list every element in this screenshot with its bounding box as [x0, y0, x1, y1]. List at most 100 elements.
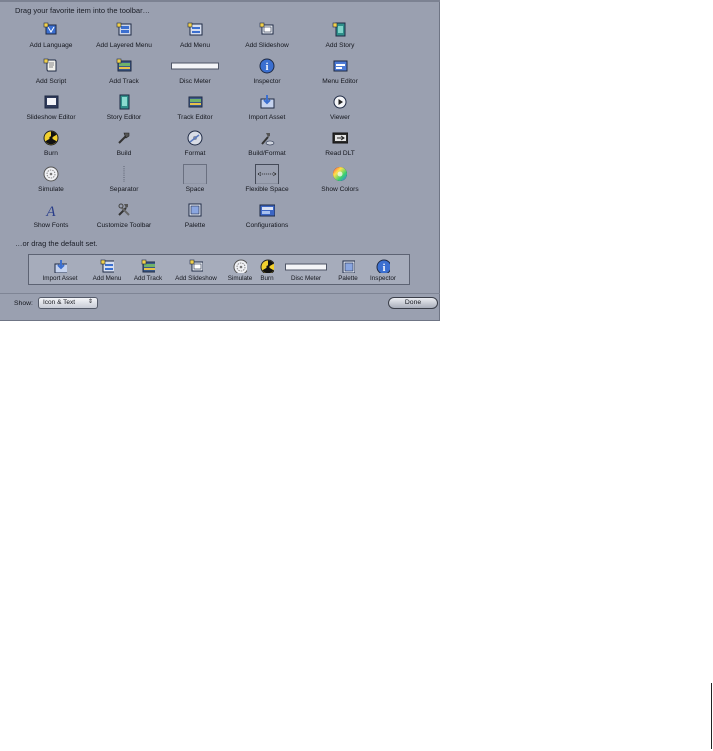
default-item-simulate[interactable]: Simulate	[225, 258, 255, 284]
default-item-add-menu[interactable]: Add Menu	[89, 258, 125, 284]
toolbar-item-label: Add Language	[29, 42, 73, 49]
toolbar-item-disc-meter[interactable]: Disc Meter	[159, 56, 231, 90]
toolbar-item-add-menu[interactable]: Add Menu	[159, 20, 231, 54]
default-item-add-slideshow[interactable]: Add Slideshow	[171, 258, 221, 284]
toolbar-item-menu-editor[interactable]: Menu Editor	[304, 56, 376, 90]
toolbar-item-import-asset[interactable]: Import Asset	[231, 92, 303, 126]
toolbar-item-inspector[interactable]: i Inspector	[231, 56, 303, 90]
import-asset-icon	[37, 259, 83, 273]
toolbar-item-space[interactable]: Space	[159, 163, 231, 198]
inspector-icon: i	[365, 259, 401, 273]
slideshow-editor-icon	[15, 94, 87, 110]
toolbar-item-label: Flexible Space	[245, 186, 289, 193]
menu-editor-icon	[304, 58, 376, 74]
inspector-icon: i	[231, 58, 303, 74]
toolbar-item-show-fonts[interactable]: A Show Fonts	[15, 200, 87, 234]
palette-icon	[335, 259, 361, 273]
chevron-updown-icon: ⇕	[87, 299, 93, 305]
svg-text:A: A	[45, 204, 56, 218]
default-item-label: Import Asset	[42, 275, 78, 282]
add-layered-menu-icon	[88, 22, 160, 38]
toolbar-item-viewer[interactable]: Viewer	[304, 92, 376, 126]
toolbar-item-story-editor[interactable]: Story Editor	[88, 92, 160, 126]
default-item-label: Add Slideshow	[175, 275, 217, 282]
toolbar-item-burn[interactable]: Burn	[15, 128, 87, 162]
default-toolbar-set[interactable]: Import Asset Add Menu Add Track Add Slidesh…	[28, 254, 410, 285]
toolbar-item-label: Build/Format	[248, 150, 286, 157]
default-item-label: Inspector	[370, 275, 396, 282]
default-item-label: Add Track	[133, 275, 163, 282]
default-item-import-asset[interactable]: Import Asset	[37, 258, 83, 284]
toolbar-item-separator[interactable]: Separator	[88, 164, 160, 198]
toolbar-item-show-colors[interactable]: Show Colors	[304, 164, 376, 198]
viewer-icon	[304, 94, 376, 110]
toolbar-item-flexible-space[interactable]: Flexible Space	[231, 163, 303, 198]
default-item-palette[interactable]: Palette	[335, 258, 361, 284]
toolbar-item-read-dlt[interactable]: Read DLT	[304, 128, 376, 162]
disc-meter-icon	[159, 58, 231, 74]
toolbar-item-label: Slideshow Editor	[26, 114, 76, 121]
toolbar-item-label: Inspector	[253, 78, 281, 85]
toolbar-item-build-format[interactable]: Build/Format	[231, 128, 303, 162]
default-item-disc-meter[interactable]: Disc Meter	[281, 258, 331, 284]
toolbar-item-build[interactable]: Build	[88, 128, 160, 162]
toolbar-item-configurations[interactable]: Configurations	[231, 200, 303, 234]
default-item-burn[interactable]: Burn	[257, 258, 277, 284]
toolbar-item-add-track[interactable]: Add Track	[88, 56, 160, 90]
customize-toolbar-icon	[88, 202, 160, 218]
svg-text:i: i	[266, 62, 269, 73]
burn-icon	[15, 130, 87, 146]
story-editor-icon	[88, 94, 160, 110]
format-icon	[159, 130, 231, 146]
footer-divider	[0, 293, 440, 294]
toolbar-item-add-language[interactable]: Add Language	[15, 20, 87, 54]
toolbar-item-label: Add Story	[325, 42, 355, 49]
show-colors-icon	[304, 166, 376, 182]
add-track-icon	[88, 58, 160, 74]
done-button[interactable]: Done	[388, 297, 438, 309]
toolbar-item-add-slideshow[interactable]: Add Slideshow	[231, 20, 303, 54]
toolbar-item-label: Import Asset	[248, 114, 286, 121]
default-item-add-track[interactable]: Add Track	[129, 258, 167, 284]
default-item-label: Disc Meter	[290, 275, 322, 282]
disc-meter-icon	[281, 259, 331, 273]
add-script-icon	[15, 58, 87, 74]
default-item-label: Add Menu	[92, 275, 122, 282]
read-dlt-icon	[304, 130, 376, 146]
default-item-label: Palette	[338, 275, 358, 282]
toolbar-item-label: Show Colors	[321, 186, 359, 193]
show-fonts-icon: A	[15, 202, 87, 218]
toolbar-item-slideshow-editor[interactable]: Slideshow Editor	[15, 92, 87, 126]
toolbar-item-add-story[interactable]: Add Story	[304, 20, 376, 54]
burn-icon	[257, 259, 277, 273]
space-icon	[159, 163, 231, 185]
show-label: Show:	[14, 300, 33, 307]
toolbar-item-add-script[interactable]: Add Script	[15, 56, 87, 90]
show-mode-select[interactable]: Icon & Text ⇕	[38, 297, 98, 309]
toolbar-item-label: Add Script	[35, 78, 67, 85]
toolbar-item-label: Simulate	[38, 186, 64, 193]
customize-toolbar-sheet: Drag your favorite item into the toolbar…	[0, 0, 440, 321]
page-edge-marker	[711, 683, 712, 749]
svg-text:i: i	[383, 263, 386, 273]
toolbar-item-format[interactable]: Format	[159, 128, 231, 162]
separator-icon	[88, 166, 160, 182]
toolbar-item-add-layered-menu[interactable]: Add Layered Menu	[88, 20, 160, 54]
add-track-icon	[129, 259, 167, 273]
build-icon	[88, 130, 160, 146]
toolbar-item-palette[interactable]: Palette	[159, 200, 231, 234]
simulate-icon	[225, 259, 255, 273]
configurations-icon	[231, 202, 303, 218]
drag-items-header: Drag your favorite item into the toolbar…	[15, 6, 151, 15]
sheet-top-edge	[0, 0, 440, 2]
default-item-inspector[interactable]: i Inspector	[365, 258, 401, 284]
add-menu-icon	[159, 22, 231, 38]
flexible-space-icon	[231, 163, 303, 185]
toolbar-item-simulate[interactable]: Simulate	[15, 164, 87, 198]
toolbar-item-label: Burn	[44, 150, 58, 157]
toolbar-item-track-editor[interactable]: Track Editor	[159, 92, 231, 126]
toolbar-item-customize-toolbar[interactable]: Customize Toolbar	[88, 200, 160, 234]
simulate-icon	[15, 166, 87, 182]
add-slideshow-icon	[171, 259, 221, 273]
toolbar-item-label: Read DLT	[325, 150, 355, 157]
